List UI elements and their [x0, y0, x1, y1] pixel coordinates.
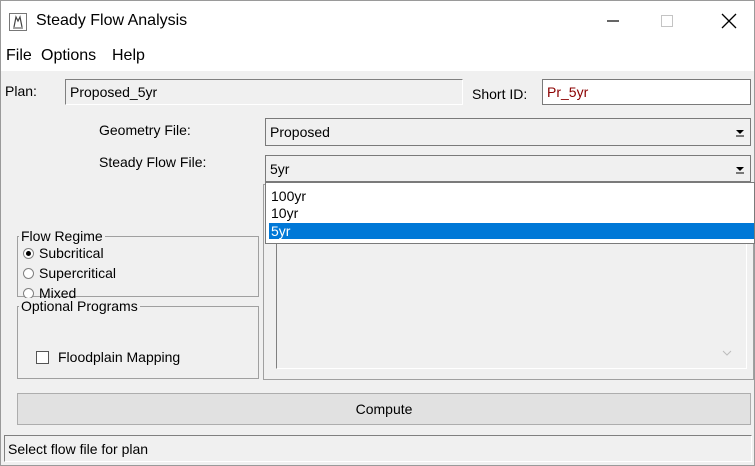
- radio-icon: [23, 247, 34, 259]
- geometry-file-dropdown[interactable]: Proposed: [265, 118, 751, 146]
- floodplain-mapping-label: Floodplain Mapping: [58, 349, 181, 365]
- flow-file-options-list: 100yr 10yr 5yr: [265, 182, 755, 244]
- minimize-button[interactable]: [590, 5, 636, 37]
- plan-name-value: Proposed_5yr: [70, 84, 158, 100]
- checkbox-icon: [36, 350, 49, 364]
- flow-regime-title: Flow Regime: [19, 228, 105, 244]
- menu-options[interactable]: Options: [41, 47, 96, 65]
- menu-file[interactable]: File: [6, 47, 32, 65]
- menu-help[interactable]: Help: [112, 47, 145, 65]
- steady-flow-file-label: Steady Flow File:: [99, 154, 207, 170]
- chevron-down-icon[interactable]: [730, 119, 750, 145]
- status-bar: Select flow file for plan: [4, 435, 752, 462]
- maximize-icon: [661, 15, 673, 27]
- optional-programs-group: [17, 306, 259, 379]
- plan-label: Plan:: [5, 83, 37, 99]
- geometry-file-label: Geometry File:: [99, 122, 191, 138]
- radio-supercritical-label: Supercritical: [39, 265, 117, 281]
- flow-file-option-10yr[interactable]: 10yr: [269, 205, 754, 221]
- compute-button[interactable]: Compute: [17, 393, 751, 425]
- steady-flow-file-value: 5yr: [270, 160, 290, 177]
- short-id-value: Pr_5yr: [547, 84, 589, 100]
- menu-bar: File Options Help: [1, 41, 754, 71]
- optional-programs-title: Optional Programs: [19, 298, 140, 314]
- flow-file-option-5yr[interactable]: 5yr: [269, 223, 754, 239]
- hec-ras-icon: [9, 13, 27, 31]
- title-bar: Steady Flow Analysis: [1, 1, 754, 41]
- status-text: Select flow file for plan: [8, 440, 149, 457]
- flow-file-option-100yr[interactable]: 100yr: [269, 188, 754, 204]
- radio-icon: [23, 287, 34, 299]
- radio-subcritical-label: Subcritical: [39, 245, 104, 261]
- radio-icon: [23, 267, 34, 279]
- scroll-down-icon[interactable]: [721, 345, 733, 357]
- geometry-file-value: Proposed: [270, 124, 330, 140]
- plan-name-field[interactable]: Proposed_5yr: [65, 79, 463, 105]
- steady-flow-analysis-window: Steady Flow Analysis File Options Help P…: [0, 0, 755, 466]
- window-title: Steady Flow Analysis: [36, 12, 188, 29]
- short-id-input[interactable]: Pr_5yr: [542, 79, 751, 105]
- steady-flow-file-dropdown[interactable]: 5yr: [265, 155, 751, 182]
- minimize-icon: [607, 20, 619, 22]
- chevron-down-icon[interactable]: [730, 156, 750, 181]
- maximize-button[interactable]: [644, 5, 690, 37]
- floodplain-mapping-checkbox[interactable]: Floodplain Mapping: [36, 349, 180, 365]
- short-id-label: Short ID:: [472, 86, 528, 102]
- close-button[interactable]: [706, 5, 752, 37]
- radio-subcritical[interactable]: Subcritical: [23, 245, 104, 261]
- close-icon: [721, 13, 737, 29]
- radio-supercritical[interactable]: Supercritical: [23, 265, 116, 281]
